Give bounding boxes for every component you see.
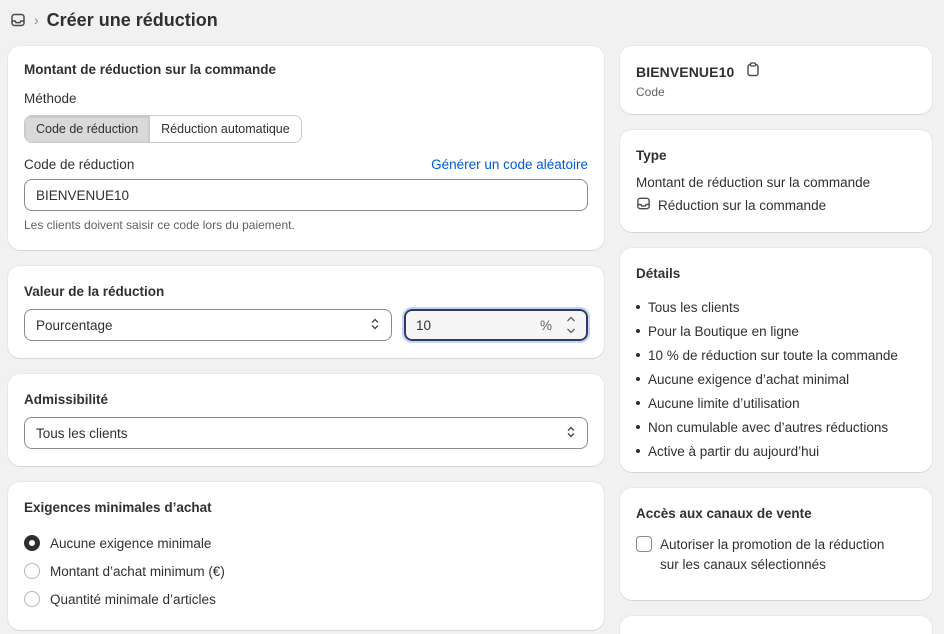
bullet	[636, 377, 640, 381]
list-item: Tous les clients	[636, 295, 916, 319]
method-segmented-control: Code de réduction Réduction automatique	[24, 115, 302, 143]
list-item: Pour la Boutique en ligne	[636, 319, 916, 343]
stepper-down-icon[interactable]	[564, 326, 578, 336]
discount-amount-value: 10	[416, 317, 432, 333]
radio-button[interactable]	[24, 591, 40, 607]
method-label: Méthode	[24, 91, 77, 106]
card-title: Valeur de la réduction	[24, 284, 165, 299]
discount-value-card: Valeur de la réduction Pourcentage 10 %	[8, 266, 604, 358]
eligibility-selected: Tous les clients	[36, 425, 128, 441]
bullet	[636, 305, 640, 309]
radio-button[interactable]	[24, 563, 40, 579]
radio-option-none[interactable]: Aucune exigence minimale	[24, 529, 588, 557]
list-item: 10 % de réduction sur toute la commande	[636, 343, 916, 367]
summary-code-sub: Code	[636, 85, 665, 99]
detail-text: Active à partir du aujourd’hui	[648, 443, 820, 459]
radio-label: Aucune exigence minimale	[50, 535, 212, 551]
detail-text: Aucune limite d’utilisation	[648, 395, 800, 411]
bullet	[636, 425, 640, 429]
bullet	[636, 449, 640, 453]
page-header: › Créer une réduction	[10, 8, 218, 32]
checkbox-label: Autoriser la promotion de la réduction s…	[660, 537, 885, 572]
copy-clipboard-icon[interactable]	[746, 62, 760, 82]
card-title: Exigences minimales d’achat	[24, 500, 212, 515]
radio-label: Quantité minimale d’articles	[50, 591, 216, 607]
generate-code-link[interactable]: Générer un code aléatoire	[431, 157, 588, 172]
sales-channels-card: Accès aux canaux de vente Autoriser la p…	[620, 488, 932, 600]
details-list: Tous les clients Pour la Boutique en lig…	[636, 295, 916, 463]
discount-method-card: Montant de réduction sur la commande Mét…	[8, 46, 604, 250]
value-type-selected: Pourcentage	[36, 317, 113, 333]
type-value: Montant de réduction sur la commande	[636, 175, 871, 190]
code-summary-card: BIENVENUE10 Code	[620, 46, 932, 114]
detail-text: Tous les clients	[648, 299, 740, 315]
code-help-text: Les clients doivent saisir ce code lors …	[24, 218, 295, 232]
code-label: Code de réduction	[24, 157, 135, 172]
radio-label: Montant d’achat minimum (€)	[50, 563, 225, 579]
method-option-code[interactable]: Code de réduction	[25, 116, 150, 142]
eligibility-select[interactable]: Tous les clients	[24, 417, 588, 449]
stepper-up-icon[interactable]	[564, 314, 578, 324]
type-summary-card: Type Montant de réduction sur la command…	[620, 130, 932, 232]
channels-checkbox-row[interactable]: Autoriser la promotion de la réduction s…	[636, 535, 916, 575]
detail-text: Aucune exigence d’achat minimal	[648, 371, 850, 387]
details-summary-card: Détails Tous les clients Pour la Boutiqu…	[620, 248, 932, 472]
discount-code-input[interactable]: BIENVENUE10	[24, 179, 588, 211]
card-title: Admissibilité	[24, 392, 109, 407]
page-title: Créer une réduction	[46, 9, 218, 30]
eligibility-card: Admissibilité Tous les clients	[8, 374, 604, 466]
card-title: Montant de réduction sur la commande	[24, 62, 277, 77]
radio-option-min-quantity[interactable]: Quantité minimale d’articles	[24, 585, 588, 613]
card-title: Accès aux canaux de vente	[636, 506, 812, 521]
partial-card	[620, 616, 932, 634]
list-item: Aucune exigence d’achat minimal	[636, 367, 916, 391]
percent-suffix: %	[539, 317, 552, 333]
number-stepper[interactable]	[564, 314, 578, 336]
method-option-automatic[interactable]: Réduction automatique	[149, 116, 301, 142]
detail-text: Non cumulable avec d’autres réductions	[648, 419, 889, 435]
list-item: Active à partir du aujourd’hui	[636, 439, 916, 463]
checkbox[interactable]	[636, 536, 652, 552]
minimum-requirements-card: Exigences minimales d’achat Aucune exige…	[8, 482, 604, 630]
order-discount-icon	[636, 196, 651, 214]
bullet	[636, 401, 640, 405]
chevron-right-icon: ›	[34, 12, 39, 28]
list-item: Aucune limite d’utilisation	[636, 391, 916, 415]
bullet	[636, 353, 640, 357]
card-title: Détails	[636, 266, 681, 281]
radio-option-min-amount[interactable]: Montant d’achat minimum (€)	[24, 557, 588, 585]
type-detail: Réduction sur la commande	[658, 197, 827, 213]
detail-text: Pour la Boutique en ligne	[648, 323, 799, 339]
detail-text: 10 % de réduction sur toute la commande	[648, 347, 898, 363]
discount-amount-input[interactable]: 10 %	[402, 307, 590, 343]
summary-code: BIENVENUE10	[636, 64, 735, 80]
discount-inbox-icon[interactable]	[10, 12, 26, 28]
radio-button-checked[interactable]	[24, 535, 40, 551]
select-chevron-icon	[566, 426, 576, 441]
select-chevron-icon	[370, 318, 380, 333]
card-title: Type	[636, 148, 667, 163]
list-item: Non cumulable avec d’autres réductions	[636, 415, 916, 439]
value-type-select[interactable]: Pourcentage	[24, 309, 392, 341]
bullet	[636, 329, 640, 333]
